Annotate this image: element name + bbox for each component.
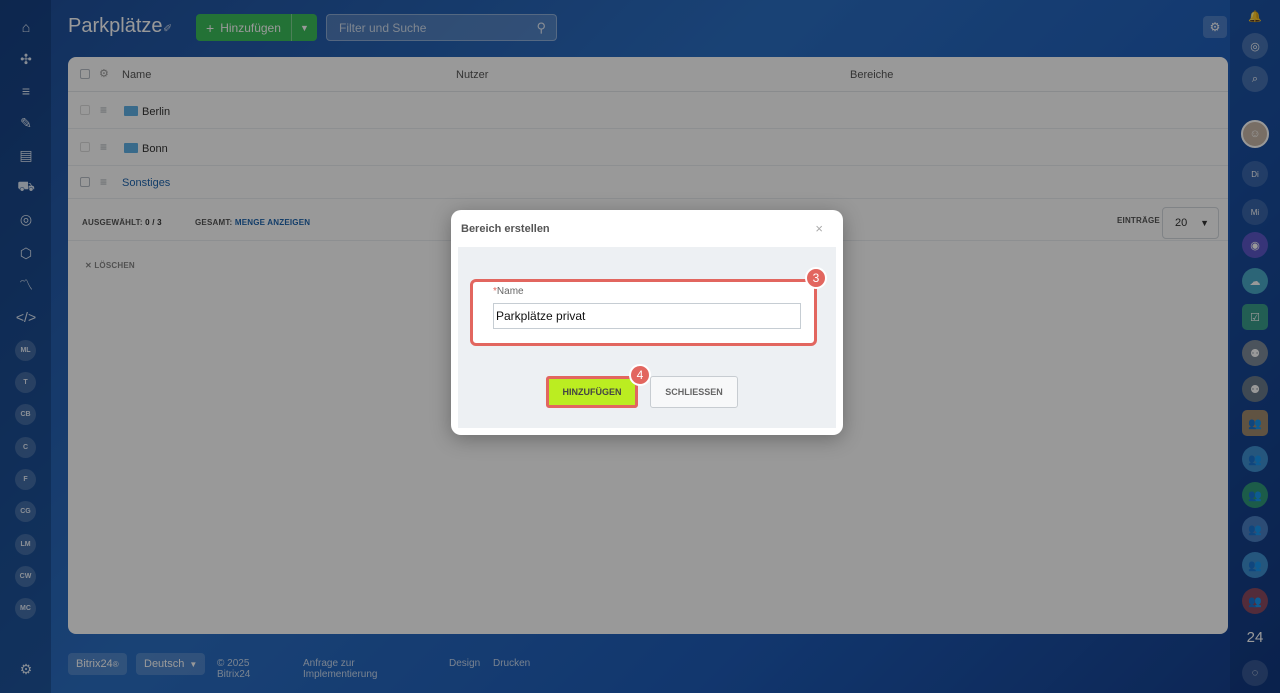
close-icon[interactable]: ×	[815, 221, 823, 236]
dialog-body: *Name Parkplätze privat 3 HINZUFÜGEN 4 S…	[458, 247, 836, 428]
name-field-label: *Name	[493, 286, 524, 297]
close-button[interactable]: SCHLIESSEN	[650, 376, 738, 408]
step-badge-4: 4	[629, 364, 651, 386]
name-field-highlight: *Name Parkplätze privat	[470, 279, 817, 346]
step-badge-3: 3	[805, 267, 827, 289]
add-button[interactable]: HINZUFÜGEN	[546, 376, 638, 408]
create-area-dialog: Bereich erstellen × *Name Parkplätze pri…	[451, 210, 843, 435]
dialog-title: Bereich erstellen	[461, 223, 550, 235]
name-field[interactable]: Parkplätze privat	[493, 303, 801, 329]
